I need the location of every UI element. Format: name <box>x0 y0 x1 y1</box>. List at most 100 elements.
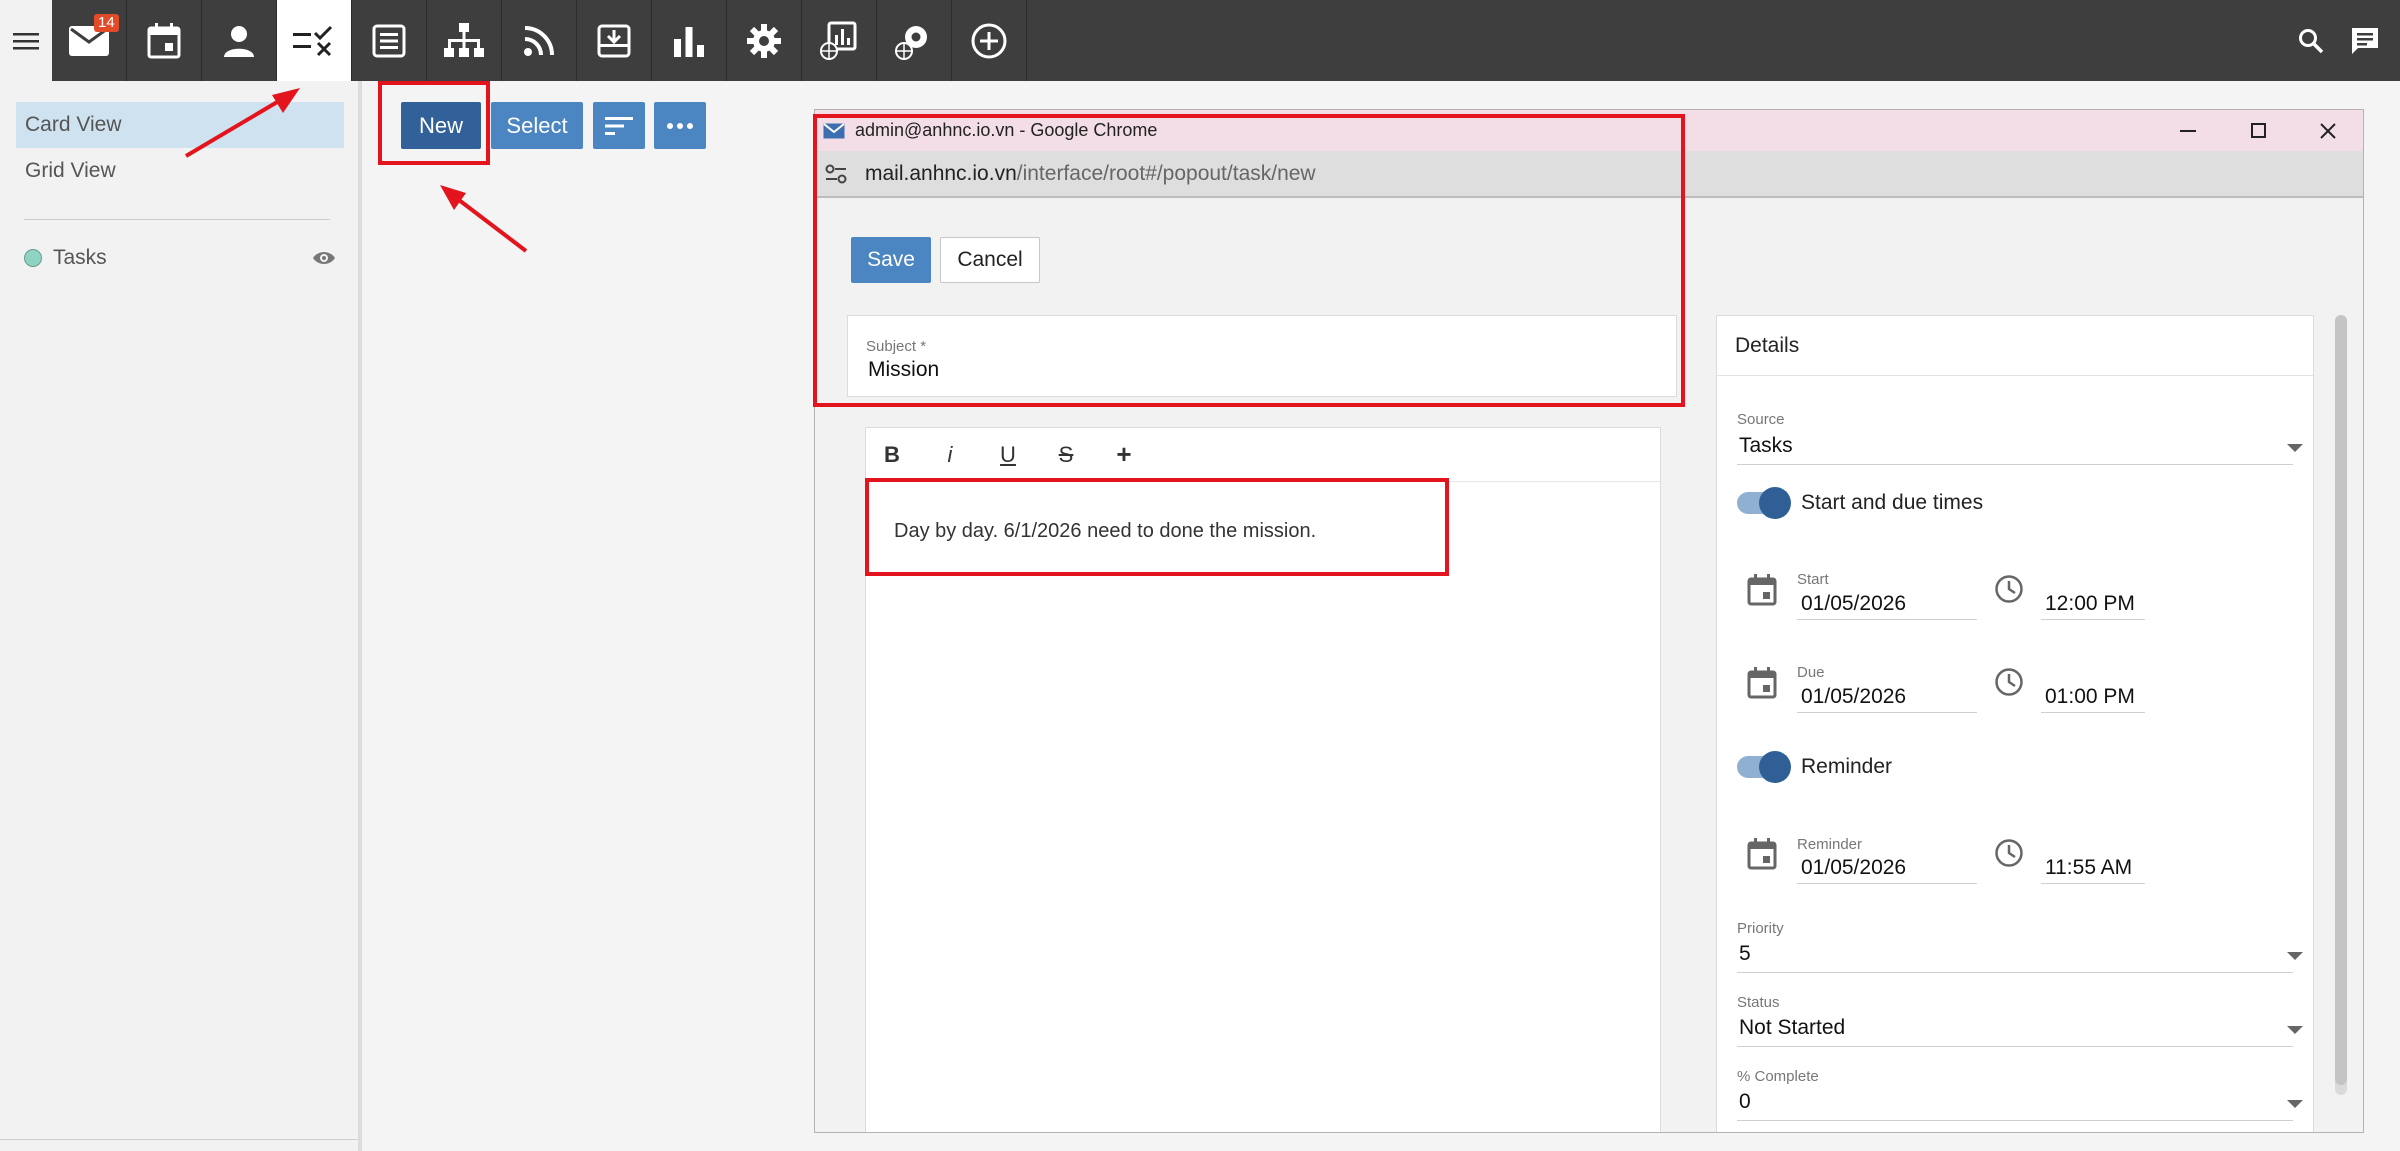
bar-chart-icon <box>674 26 704 57</box>
chat-icon[interactable] <box>2350 26 2380 56</box>
toggle-knob <box>1759 751 1791 783</box>
minimize-button[interactable] <box>2153 110 2223 151</box>
body-text[interactable]: Day by day. 6/1/2026 need to done the mi… <box>894 520 1316 543</box>
due-date-input[interactable]: 01/05/2026 <box>1801 685 1906 709</box>
nav-reports[interactable] <box>652 0 727 81</box>
popup-scrollbar-thumb[interactable] <box>2335 315 2347 1085</box>
popup-title-bar: admin@anhnc.io.vn - Google Chrome <box>815 110 2363 151</box>
save-button[interactable]: Save <box>851 237 931 283</box>
toggle-knob <box>1759 487 1791 519</box>
reminder-toggle-label: Reminder <box>1801 755 1893 778</box>
topbar-right-actions <box>2298 0 2400 81</box>
italic-button[interactable]: i <box>938 442 962 468</box>
nav-archive[interactable] <box>577 0 652 81</box>
reminder-time-clock-icon[interactable] <box>1994 838 2024 868</box>
nav-rss[interactable] <box>502 0 577 81</box>
eye-icon[interactable] <box>312 250 336 266</box>
add-circle-icon <box>971 23 1007 58</box>
close-icon <box>2320 122 2336 139</box>
admin-reports-icon <box>820 21 857 60</box>
status-dropdown-icon[interactable] <box>2287 1026 2303 1034</box>
reminder-label: Reminder <box>1797 836 1863 853</box>
source-select[interactable]: Tasks <box>1739 434 1793 458</box>
subject-field[interactable]: Subject * Mission <box>847 315 1677 397</box>
folder-color-dot <box>24 249 42 267</box>
sidebar-item-grid-view[interactable]: Grid View <box>16 148 344 194</box>
reminder-date-underline <box>1797 883 1977 884</box>
bold-button[interactable]: B <box>880 442 904 468</box>
due-date-calendar-icon[interactable] <box>1747 667 1777 699</box>
cancel-button[interactable]: Cancel <box>940 237 1040 283</box>
admin-gear-icon <box>895 25 927 60</box>
percent-complete-dropdown-icon[interactable] <box>2287 1100 2303 1108</box>
subject-input[interactable]: Mission <box>868 358 939 382</box>
percent-complete-label: % Complete <box>1737 1068 1819 1085</box>
strikethrough-button[interactable]: S <box>1054 442 1078 468</box>
due-date-underline <box>1797 712 1977 713</box>
start-time-clock-icon[interactable] <box>1994 574 2024 604</box>
nav-contacts[interactable] <box>202 0 277 81</box>
site-settings-icon[interactable] <box>825 164 847 184</box>
nav-calendar[interactable] <box>127 0 202 81</box>
priority-underline <box>1737 972 2293 973</box>
gear-icon <box>747 23 781 58</box>
start-time-input[interactable]: 12:00 PM <box>2045 592 2135 616</box>
url-bar[interactable]: mail.anhnc.io.vn/interface/root#/popout/… <box>815 151 2363 198</box>
editor-toolbar: B i U S + <box>866 428 1660 482</box>
priority-select[interactable]: 5 <box>1739 942 1751 966</box>
due-time-clock-icon[interactable] <box>1994 667 2024 697</box>
underline-button[interactable]: U <box>996 442 1020 468</box>
sidebar-item-card-view[interactable]: Card View <box>16 102 344 148</box>
nav-admin-settings[interactable] <box>877 0 952 81</box>
reminder-date-calendar-icon[interactable] <box>1747 838 1777 870</box>
sidebar-divider <box>24 219 330 220</box>
nav-tasks[interactable] <box>277 0 352 81</box>
tasks-checklist-icon <box>293 25 333 56</box>
priority-dropdown-icon[interactable] <box>2287 952 2303 960</box>
nav-settings[interactable] <box>727 0 802 81</box>
priority-label: Priority <box>1737 920 1784 937</box>
folder-label: Tasks <box>53 246 107 269</box>
nav-organization[interactable] <box>427 0 502 81</box>
window-controls <box>2153 110 2363 151</box>
new-task-button[interactable]: New <box>401 102 481 149</box>
maximize-icon <box>2250 123 2266 138</box>
percent-complete-select[interactable]: 0 <box>1739 1090 1751 1114</box>
reminder-time-underline <box>2041 883 2145 884</box>
select-button[interactable]: Select <box>491 102 583 149</box>
notes-icon <box>372 24 406 57</box>
due-time-input[interactable]: 01:00 PM <box>2045 685 2135 709</box>
nav-notes[interactable] <box>352 0 427 81</box>
close-button[interactable] <box>2293 110 2363 151</box>
body-editor[interactable]: B i U S + Day by day. 6/1/2026 need to d… <box>865 427 1661 1132</box>
reminder-toggle[interactable] <box>1737 751 1791 783</box>
nav-add[interactable] <box>952 0 1027 81</box>
hamburger-menu-icon[interactable] <box>0 0 52 81</box>
status-select[interactable]: Not Started <box>1739 1016 1845 1040</box>
due-label: Due <box>1797 664 1825 681</box>
start-due-toggle[interactable] <box>1737 487 1791 519</box>
url-host: mail.anhnc.io.vn <box>865 161 1017 185</box>
archive-download-icon <box>597 24 631 57</box>
start-date-underline <box>1797 619 1977 620</box>
reminder-date-input[interactable]: 01/05/2026 <box>1801 856 1906 880</box>
popup-scrollbar[interactable] <box>2335 315 2347 1095</box>
sidebar-folder-tasks[interactable]: Tasks <box>24 235 340 281</box>
calendar-icon <box>147 22 181 58</box>
sort-button[interactable] <box>593 102 645 149</box>
start-date-calendar-icon[interactable] <box>1747 574 1777 606</box>
start-label: Start <box>1797 571 1829 588</box>
start-date-input[interactable]: 01/05/2026 <box>1801 592 1906 616</box>
start-due-toggle-label: Start and due times <box>1801 491 1984 514</box>
nav-mail[interactable]: 14 <box>52 0 127 81</box>
subject-label: Subject * <box>866 338 927 355</box>
nav-admin-reports[interactable] <box>802 0 877 81</box>
sidebar-footer <box>0 1139 358 1151</box>
more-dots-icon <box>667 122 693 129</box>
reminder-time-input[interactable]: 11:55 AM <box>2045 856 2132 880</box>
search-icon[interactable] <box>2298 28 2324 54</box>
maximize-button[interactable] <box>2223 110 2293 151</box>
source-dropdown-icon[interactable] <box>2287 444 2303 452</box>
more-options-button[interactable] <box>654 102 706 149</box>
more-formatting-button[interactable]: + <box>1112 439 1136 470</box>
